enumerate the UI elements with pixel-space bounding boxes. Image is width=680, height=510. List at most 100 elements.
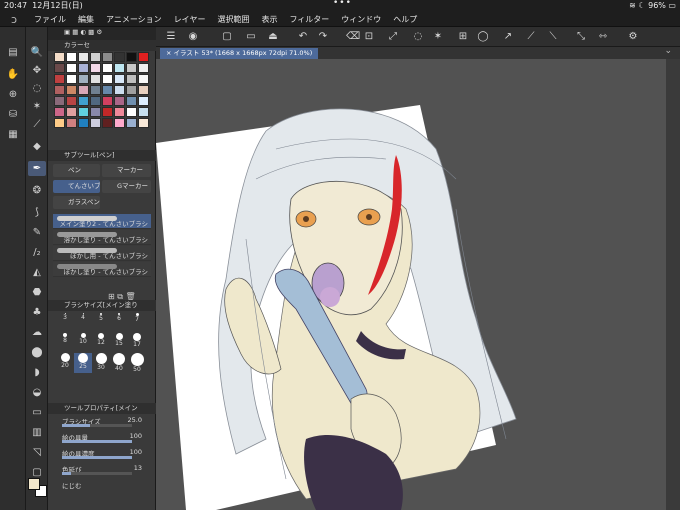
frame-icon[interactable]: ▭ [28,405,46,420]
dropper-icon[interactable]: ⤡ [574,30,588,44]
deselect-icon[interactable]: ✶ [431,30,445,44]
brush-adjust-icon[interactable]: ⟋ [524,30,538,44]
brush-size-option[interactable]: 25 [74,353,92,373]
color-swatch[interactable] [66,118,77,128]
figure-icon[interactable]: ⬣ [28,285,46,300]
menu-view[interactable]: 表示 [255,14,283,25]
prop-color-stretch[interactable]: 色延び 13 [62,464,152,478]
line-icon[interactable]: ↗ [501,30,515,44]
app-logo-icon[interactable]: ↄ [0,13,28,26]
subtool-marker[interactable]: マーカー [102,164,151,177]
color-swatch[interactable] [78,63,89,73]
prop-blur[interactable]: にじむ [62,480,152,494]
magic-wand-icon[interactable]: ✶ [28,99,46,114]
color-swatch[interactable] [90,52,101,62]
move-tool-icon[interactable]: ✥ [28,63,46,78]
color-swatch[interactable] [90,74,101,84]
brush-size-option[interactable]: 10 [74,333,92,353]
color-swatch[interactable] [114,107,125,117]
prop-slider[interactable] [62,456,132,459]
airbrush-icon[interactable]: ✎ [28,225,46,240]
menu-layer[interactable]: レイヤー [168,14,212,25]
flip-icon[interactable]: ⇿ [596,30,610,44]
color-swatch[interactable] [126,85,137,95]
color-swatch[interactable] [54,74,65,84]
pen-adjust-icon[interactable]: ⟍ [546,30,560,44]
color-set-tab-icon[interactable]: ▣ ▦ ◐ ▩ ⚙ [64,28,102,36]
color-swatch[interactable] [78,74,89,84]
color-swatch[interactable] [138,96,149,106]
brush-size-option[interactable]: 20 [56,353,74,373]
brush-size-option[interactable]: 15 [110,333,128,353]
color-swatch[interactable] [102,52,113,62]
color-swatch[interactable] [102,85,113,95]
redo-icon[interactable]: ↷ [316,30,330,44]
settings-icon[interactable]: ⚙ [626,30,640,44]
color-swatch[interactable] [90,107,101,117]
color-swatch[interactable] [102,63,113,73]
color-swatch[interactable] [78,52,89,62]
right-scroll-strip[interactable] [666,59,680,510]
gradient-icon[interactable]: ◭ [28,265,46,280]
blend-icon[interactable]: ◗ [28,365,46,380]
brush-size-option[interactable]: 30 [92,353,110,373]
brush-size-option[interactable]: 40 [110,353,128,373]
brush-item[interactable]: ぼかし塗り - てんさいブラシ [53,262,151,277]
invert-selection-icon[interactable]: ⊞ [456,30,470,44]
clear-icon[interactable]: ⌫ [346,30,360,44]
color-swatch[interactable] [78,96,89,106]
prop-slider[interactable] [62,440,132,443]
document-tab[interactable]: × イラスト 53* (1668 x 1668px 72dpi 71.0%) [160,48,319,59]
color-swatch[interactable] [66,107,77,117]
color-swatch[interactable] [102,96,113,106]
color-swatch[interactable] [126,63,137,73]
artwork-canvas[interactable] [156,59,666,510]
eyedropper-icon[interactable]: ⟋ [28,117,46,132]
correction-icon[interactable]: ◹ [28,445,46,460]
color-swatch[interactable] [54,107,65,117]
brush-size-option[interactable]: 12 [92,333,110,353]
grid-icon[interactable]: ▦ [4,127,22,142]
brush-item[interactable]: 溶かし塗り - てんさいブラシ [53,230,151,245]
color-swatch[interactable] [138,85,149,95]
menu-edit[interactable]: 編集 [72,14,100,25]
text-tool-icon[interactable]: ☁ [28,325,46,340]
color-swatch[interactable] [138,52,149,62]
eraser-icon[interactable]: ◆ [28,139,46,154]
color-swatch[interactable] [54,96,65,106]
color-swatch[interactable] [90,63,101,73]
foreground-color-swatch[interactable] [28,478,40,490]
camera-icon[interactable]: ◉ [186,30,200,44]
color-swatch[interactable] [126,96,137,106]
balloon-icon[interactable]: ⬤ [28,345,46,360]
color-swatch[interactable] [114,52,125,62]
subtool-pen[interactable]: ペン [53,164,100,177]
brush-item[interactable]: ぼかし用 - てんさいブラシ [53,246,151,261]
transform-icon[interactable]: ⤢ [386,30,400,44]
color-swatch[interactable] [78,118,89,128]
menu-help[interactable]: ヘルプ [387,14,423,25]
multitask-dots-icon[interactable]: ••• [333,0,352,9]
color-swatch[interactable] [126,52,137,62]
color-swatch[interactable] [66,74,77,84]
color-swatch[interactable] [90,85,101,95]
color-swatch[interactable] [66,63,77,73]
prop-paint-amount[interactable]: 絵の具量 100 [62,432,152,446]
subtool-glass-pen[interactable]: ガラスペン [53,196,100,209]
brush-size-option[interactable]: 8 [56,333,74,353]
open-icon[interactable]: ▭ [244,30,258,44]
color-swatch[interactable] [126,118,137,128]
undo-icon[interactable]: ↶ [296,30,310,44]
menu-filter[interactable]: フィルター [283,14,335,25]
lasso-tool-icon[interactable]: ◌ [28,81,46,96]
subtool-tensai[interactable]: てんさいブ [53,180,100,193]
crop-icon[interactable]: ⊡ [362,30,376,44]
color-indicator[interactable] [28,478,48,498]
brush-size-option[interactable]: 7 [128,313,146,333]
stamp-icon[interactable]: ♣ [28,305,46,320]
color-swatch[interactable] [126,74,137,84]
menu-selection[interactable]: 選択範囲 [211,14,255,25]
color-swatch[interactable] [114,85,125,95]
zoom-tool-icon[interactable]: 🔍 [28,45,46,60]
prop-paint-density[interactable]: 絵の具濃度 100 [62,448,152,462]
